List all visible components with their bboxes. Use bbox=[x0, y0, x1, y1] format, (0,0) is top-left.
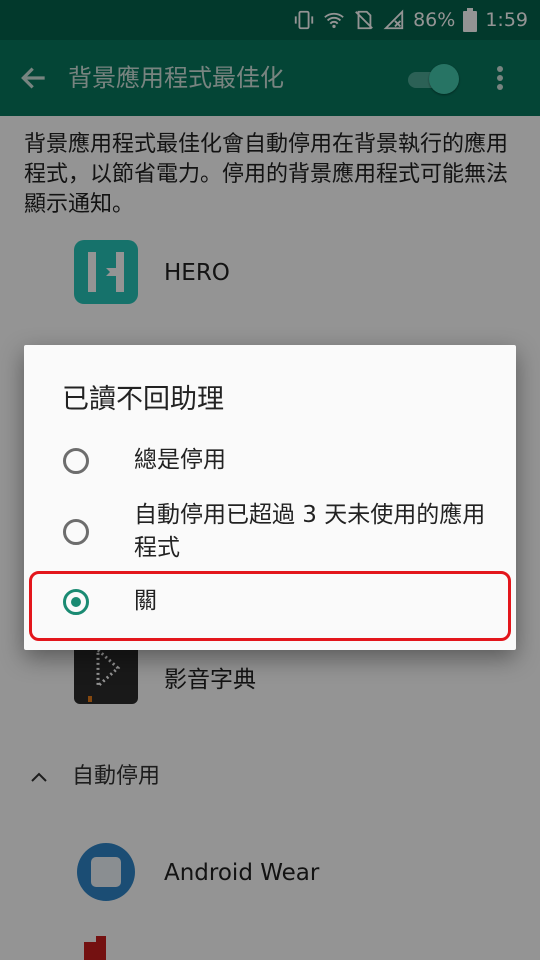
option-label: 自動停用已超過 3 天未使用的應用程式 bbox=[134, 502, 486, 561]
dialog-title: 已讀不回助理 bbox=[62, 384, 224, 415]
radio-button[interactable] bbox=[63, 448, 89, 474]
option-auto-disable[interactable]: 自動停用已超過 3 天未使用的應用程式 bbox=[24, 497, 516, 569]
option-dialog: 已讀不回助理 總是停用 自動停用已超過 3 天未使用的應用程式 關 bbox=[24, 345, 516, 650]
radio-button[interactable] bbox=[63, 519, 89, 545]
highlight-annotation bbox=[29, 571, 511, 641]
option-label: 總是停用 bbox=[134, 447, 226, 473]
option-always-disable[interactable]: 總是停用 bbox=[24, 437, 516, 485]
